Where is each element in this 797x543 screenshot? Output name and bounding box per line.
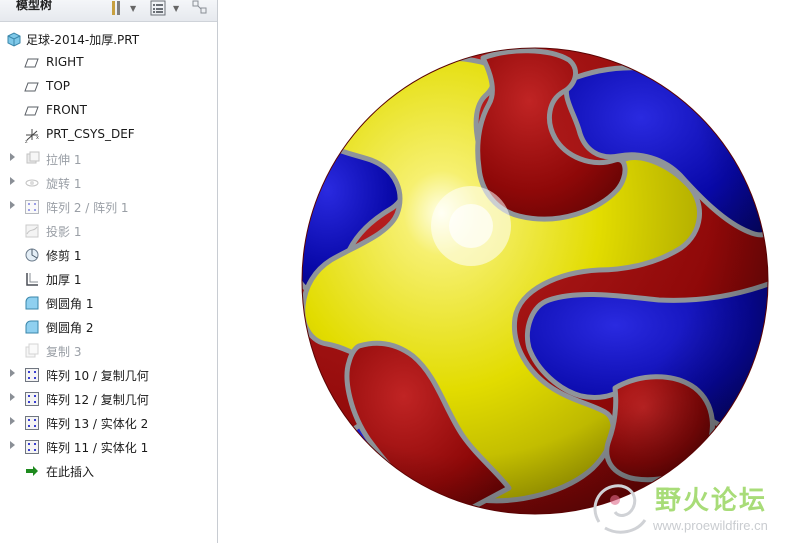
tree-item[interactable]: RIGHT	[0, 51, 217, 75]
part-icon	[6, 31, 22, 47]
tree-item[interactable]: 在此插入	[0, 459, 217, 483]
datum-plane-icon	[24, 79, 40, 95]
tree-item-label: 拉伸 1	[46, 153, 82, 167]
tree-item[interactable]: 旋转 1	[0, 171, 217, 195]
tree-item[interactable]: FRONT	[0, 99, 217, 123]
tree-item-label: 阵列 10 / 复制几何	[46, 369, 149, 383]
tree-item-label: TOP	[46, 79, 71, 93]
project-icon	[24, 223, 40, 239]
pattern-icon	[24, 199, 40, 215]
tree-item[interactable]: 阵列 10 / 复制几何	[0, 363, 217, 387]
tree-item[interactable]: 足球-2014-加厚.PRT	[0, 27, 217, 51]
datum-plane-icon	[24, 55, 40, 71]
model-tree-title: 模型树	[16, 0, 53, 12]
expand-arrow-icon[interactable]	[10, 369, 15, 377]
watermark-logo-icon	[593, 484, 647, 534]
tree-item[interactable]: 阵列 2 / 阵列 1	[0, 195, 217, 219]
trim-icon	[24, 247, 40, 263]
watermark-title: 野火论坛	[655, 486, 768, 516]
tree-item-label: 复制 3	[46, 345, 82, 359]
thicken-icon	[24, 271, 40, 287]
tree-item-label: 足球-2014-加厚.PRT	[26, 33, 140, 47]
round-icon	[24, 295, 40, 311]
revolve-icon	[24, 175, 40, 191]
tree-item[interactable]: 复制 3	[0, 339, 217, 363]
copy-icon	[24, 343, 40, 359]
watermark: 野火论坛 www.proewildfire.cn	[585, 474, 797, 543]
list-view-dropdown-icon[interactable]: ▼	[173, 4, 179, 13]
round-icon	[24, 319, 40, 335]
tree-item-label: 倒圆角 1	[46, 297, 94, 311]
watermark-url: www.proewildfire.cn	[653, 518, 768, 533]
tree-item[interactable]: 阵列 13 / 实体化 2	[0, 411, 217, 435]
model-tree-header: 模型树 ▼ ▼	[0, 0, 217, 22]
settings-dropdown-icon[interactable]: ▼	[130, 4, 136, 13]
tree-item-label: 阵列 11 / 实体化 1	[46, 441, 149, 455]
ball-shading	[302, 48, 768, 514]
insert-here-arrow-icon	[24, 463, 40, 479]
tree-item[interactable]: 阵列 11 / 实体化 1	[0, 435, 217, 459]
tree-item-label: 加厚 1	[46, 273, 82, 287]
tree-item-label: 阵列 2 / 阵列 1	[46, 201, 129, 215]
model-tree-panel: 模型树 ▼ ▼ 足球-2014-加厚.PRT RIGHT TOP FRONT z x PRT…	[0, 0, 218, 543]
tree-item-label: FRONT	[46, 103, 87, 117]
soccer-ball-model[interactable]	[219, 0, 797, 543]
tree-item-label: 阵列 12 / 复制几何	[46, 393, 149, 407]
datum-plane-icon	[24, 103, 40, 119]
model-tree: 足球-2014-加厚.PRT RIGHT TOP FRONT z x PRT_CSYS_DE…	[0, 27, 217, 483]
expand-arrow-icon[interactable]	[10, 393, 15, 401]
tree-item-label: 阵列 13 / 实体化 2	[46, 417, 149, 431]
tree-item-label: 旋转 1	[46, 177, 82, 191]
tree-item[interactable]: 修剪 1	[0, 243, 217, 267]
list-view-icon[interactable]	[150, 0, 166, 16]
pattern-icon	[24, 391, 40, 407]
settings-icon[interactable]	[108, 0, 124, 16]
expand-arrow-icon[interactable]	[10, 177, 15, 185]
tree-item-label: PRT_CSYS_DEF	[46, 127, 135, 141]
filter-icon[interactable]	[192, 0, 208, 16]
tree-item[interactable]: 倒圆角 2	[0, 315, 217, 339]
svg-text:x: x	[36, 135, 39, 141]
tree-item[interactable]: TOP	[0, 75, 217, 99]
tree-item-label: 在此插入	[46, 465, 95, 479]
tree-item[interactable]: 投影 1	[0, 219, 217, 243]
tree-item[interactable]: 阵列 12 / 复制几何	[0, 387, 217, 411]
tree-item-label: 修剪 1	[46, 249, 82, 263]
tree-item[interactable]: 加厚 1	[0, 267, 217, 291]
pattern-icon	[24, 415, 40, 431]
extrude-icon	[24, 151, 40, 167]
coordinate-system-icon: zx	[24, 127, 40, 145]
svg-text:z: z	[25, 139, 28, 143]
tree-item-label: 投影 1	[46, 225, 82, 239]
graphics-viewport[interactable]	[219, 0, 797, 543]
tree-item[interactable]: 拉伸 1	[0, 147, 217, 171]
pattern-icon	[24, 367, 40, 383]
pattern-icon	[24, 439, 40, 455]
expand-arrow-icon[interactable]	[10, 153, 15, 161]
tree-item-label: RIGHT	[46, 55, 84, 69]
tree-item-label: 倒圆角 2	[46, 321, 94, 335]
tree-item[interactable]: z x PRT_CSYS_DEF	[0, 123, 217, 147]
expand-arrow-icon[interactable]	[10, 417, 15, 425]
tree-item[interactable]: 倒圆角 1	[0, 291, 217, 315]
expand-arrow-icon[interactable]	[10, 441, 15, 449]
expand-arrow-icon[interactable]	[10, 201, 15, 209]
